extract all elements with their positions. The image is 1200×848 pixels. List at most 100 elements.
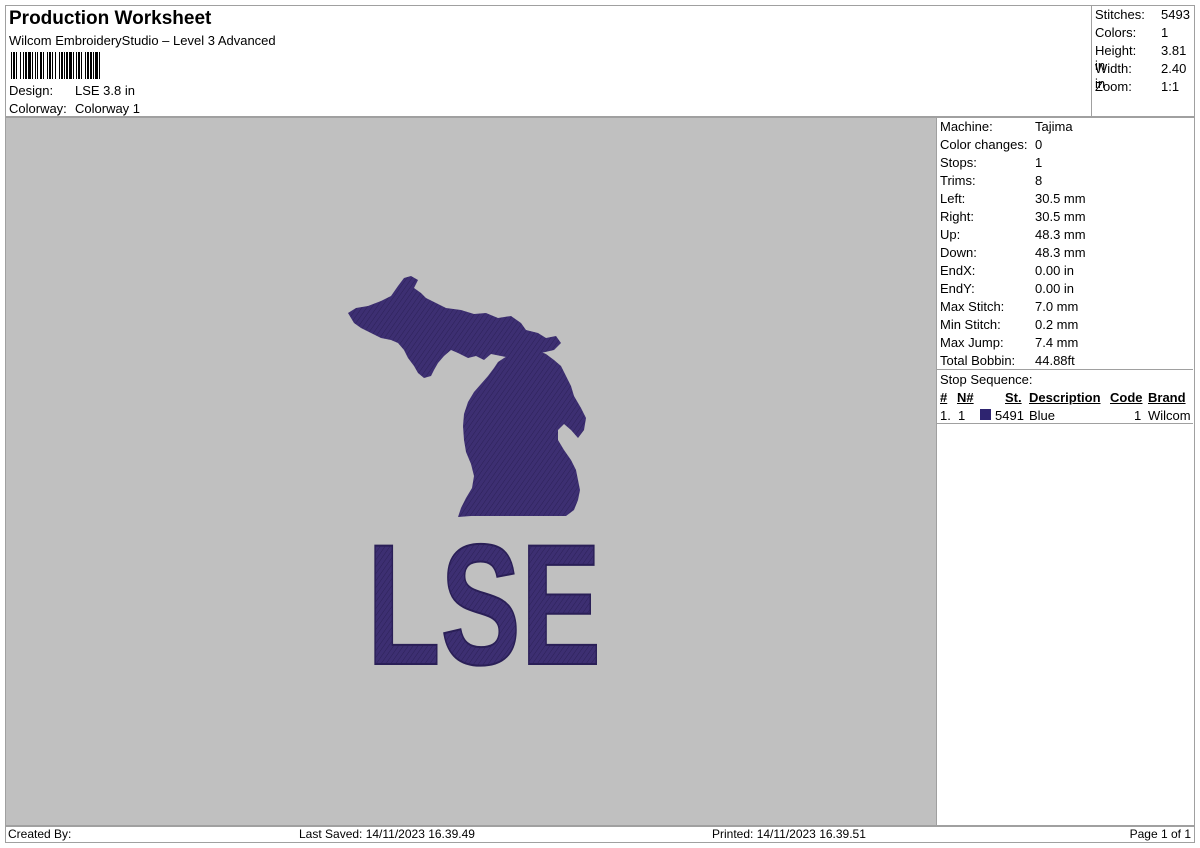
machine-info-label: Total Bobbin:	[940, 353, 1016, 368]
thread-color-swatch	[980, 409, 991, 420]
machine-info-row: Stops: 1	[940, 155, 1042, 170]
page-title: Production Worksheet	[9, 8, 212, 29]
machine-info-label: EndX:	[940, 263, 976, 278]
barcode-bar	[99, 52, 100, 79]
machine-info-row: Max Jump: 7.4 mm	[940, 335, 1078, 350]
barcode-bar	[85, 52, 86, 79]
michigan-lower-peninsula	[458, 348, 586, 517]
barcode-bar	[40, 52, 42, 79]
machine-info-value: Tajima	[1035, 119, 1073, 134]
machine-info-value: 7.4 mm	[1035, 335, 1079, 350]
barcode-bar	[35, 52, 36, 79]
machine-info-value: 44.88ft	[1035, 353, 1075, 368]
design-label: Design:	[9, 83, 54, 98]
stat-label: Colors:	[1095, 25, 1137, 40]
stop-row-brand: Wilcom	[1148, 408, 1191, 423]
barcode-bar	[43, 52, 44, 79]
barcode-bar	[55, 52, 56, 79]
barcode-bar	[81, 52, 82, 79]
colorway-label: Colorway:	[9, 101, 67, 116]
barcode-bar	[95, 52, 98, 79]
machine-info-row: Left: 30.5 mm	[940, 191, 1086, 206]
col-header-num: #	[940, 390, 948, 405]
machine-info-value: 30.5 mm	[1035, 191, 1086, 206]
machine-info-value: 48.3 mm	[1035, 245, 1086, 260]
barcode-bar	[87, 52, 89, 79]
software-subtitle: Wilcom EmbroideryStudio – Level 3 Advanc…	[9, 33, 276, 48]
machine-info-row: Trims: 8	[940, 173, 1042, 188]
design-canvas[interactable]: LSE	[5, 117, 937, 826]
machine-info-label: Left:	[940, 191, 966, 206]
barcode-bar	[76, 52, 77, 79]
machine-info-value: 1	[1035, 155, 1043, 170]
stop-row-num: 1.	[940, 408, 951, 423]
machine-info-label: Max Stitch:	[940, 299, 1005, 314]
machine-info-row: Right: 30.5 mm	[940, 209, 1086, 224]
machine-info-row: Max Stitch: 7.0 mm	[940, 299, 1078, 314]
divider	[937, 369, 1193, 370]
machine-info-label: Down:	[940, 245, 977, 260]
created-by: Created By:	[8, 827, 72, 841]
col-header-n: N#	[957, 390, 974, 405]
design-row: Design: LSE 3.8 in	[9, 83, 135, 98]
stat-value: 1	[1161, 25, 1169, 40]
design-stats: Stitches: 5493 Colors: 1 Height: 3.81 in Wi…	[1092, 5, 1195, 117]
barcode-bar	[25, 52, 27, 79]
stat-stitches: Stitches: 5493	[1095, 7, 1190, 22]
stat-label: Stitches:	[1095, 7, 1145, 22]
stop-row-code: 1	[1134, 408, 1142, 423]
stat-zoom: Zoom: 1:1	[1095, 79, 1179, 94]
stop-row-n: 1	[958, 408, 966, 423]
barcode-bar	[20, 52, 21, 79]
machine-info-row: Up: 48.3 mm	[940, 227, 1086, 242]
machine-info-value: 0.00 in	[1035, 263, 1075, 278]
machine-info-label: Machine:	[940, 119, 993, 134]
barcode-bar	[49, 52, 51, 79]
machine-info-label: Max Jump:	[940, 335, 1004, 350]
barcode-bar	[13, 52, 15, 79]
divider	[937, 423, 1193, 424]
barcode-bar	[66, 52, 68, 79]
barcode-bar	[28, 52, 31, 79]
barcode	[11, 52, 100, 79]
machine-info-label: EndY:	[940, 281, 975, 296]
barcode-bar	[32, 52, 33, 79]
worksheet-header: Production Worksheet Wilcom EmbroiderySt…	[5, 5, 1092, 117]
barcode-bar	[11, 52, 12, 79]
machine-info-row: Min Stitch: 0.2 mm	[940, 317, 1078, 332]
stat-value: 1:1	[1161, 79, 1180, 94]
design-text: LSE	[367, 509, 601, 701]
stat-value: 5493	[1161, 7, 1190, 22]
printed-date: Printed: 14/11/2023 16.39.51	[712, 827, 866, 841]
machine-info-panel: Machine: Tajima Color changes: 0 Stops: 1 Trim…	[937, 117, 1195, 826]
machine-info-row: Machine: Tajima	[940, 119, 1073, 134]
machine-info-row: Color changes: 0	[940, 137, 1042, 152]
worksheet-footer: Created By: Last Saved: 14/11/2023 16.39…	[5, 826, 1195, 843]
barcode-bar	[23, 52, 24, 79]
machine-info-value: 8	[1035, 173, 1043, 188]
col-header-st: St.	[1005, 390, 1022, 405]
stop-sequence-title: Stop Sequence:	[940, 372, 1033, 387]
stat-label: Width:	[1095, 61, 1132, 76]
machine-info-value: 0	[1035, 137, 1043, 152]
machine-info-label: Stops:	[940, 155, 977, 170]
barcode-bar	[64, 52, 65, 79]
machine-info-label: Trims:	[940, 173, 976, 188]
machine-info-label: Right:	[940, 209, 974, 224]
stat-colors: Colors: 1	[1095, 25, 1168, 40]
machine-info-value: 0.00 in	[1035, 281, 1075, 296]
barcode-bar	[52, 52, 53, 79]
stop-row-description: Blue	[1029, 408, 1056, 423]
barcode-bar	[78, 52, 80, 79]
barcode-bar	[93, 52, 94, 79]
machine-info-label: Color changes:	[940, 137, 1028, 152]
barcode-bar	[59, 52, 60, 79]
col-header-brand: Brand	[1148, 390, 1186, 405]
machine-info-row: Down: 48.3 mm	[940, 245, 1086, 260]
embroidery-design[interactable]: LSE	[6, 118, 936, 825]
machine-info-value: 7.0 mm	[1035, 299, 1079, 314]
stop-row-st: 5491	[995, 408, 1024, 423]
col-header-description: Description	[1029, 390, 1101, 405]
barcode-bar	[61, 52, 63, 79]
barcode-bar	[69, 52, 72, 79]
